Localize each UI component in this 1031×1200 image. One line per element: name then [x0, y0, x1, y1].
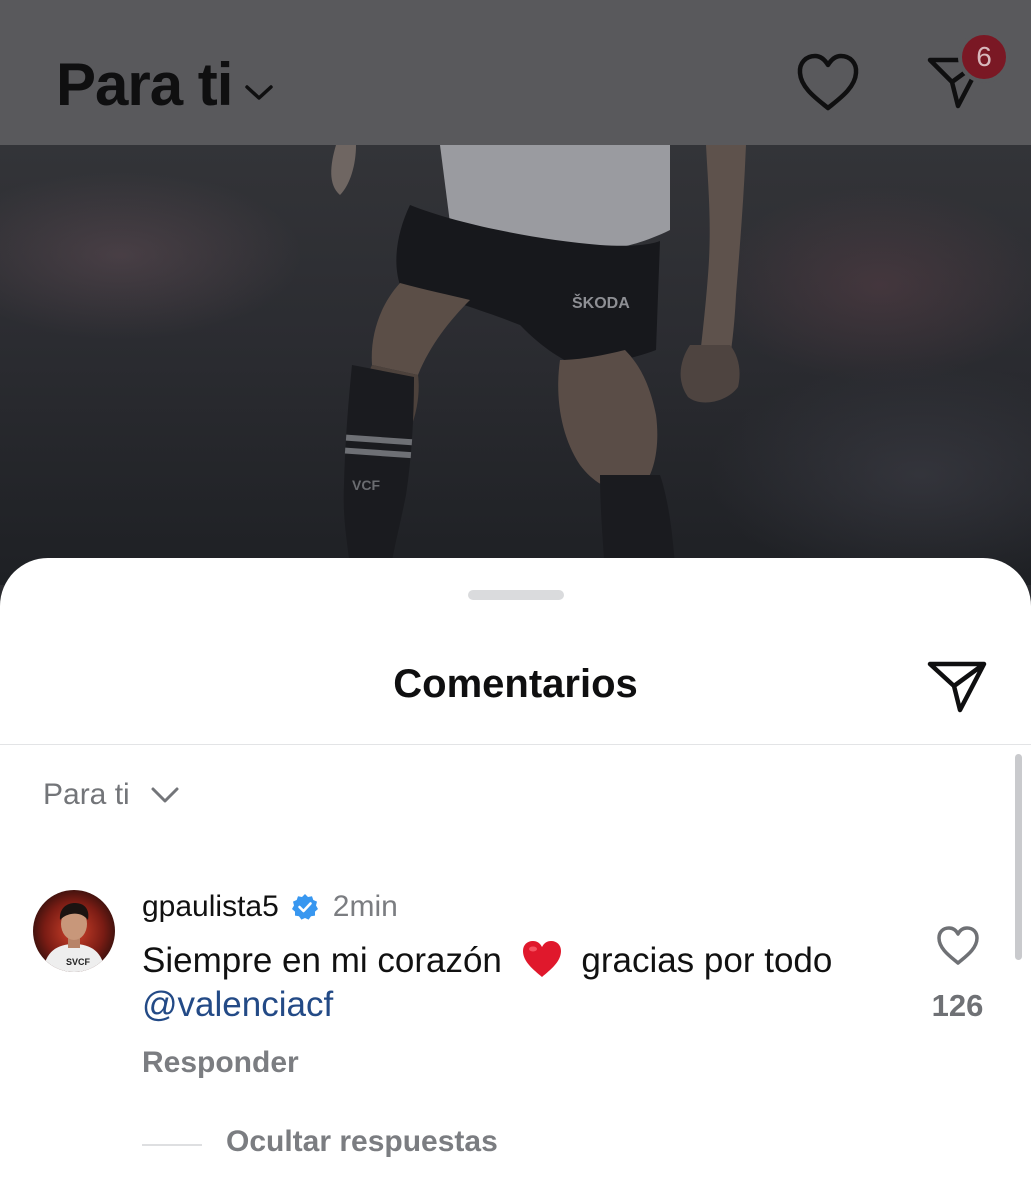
avatar[interactable]: SVCF — [33, 890, 115, 972]
feed-header: Para ti 6 — [0, 0, 1031, 145]
avatar-image: SVCF — [33, 890, 115, 972]
sheet-grabber[interactable] — [468, 590, 564, 600]
mention-link[interactable]: @valenciacf — [142, 985, 333, 1024]
comment-text-part2: gracias por todo — [581, 941, 833, 980]
instagram-screen: Para ti 6 ŠKODA VCF Comentarios Para ti … — [0, 0, 1031, 1200]
header-divider — [0, 744, 1031, 745]
comment-timestamp: 2min — [332, 890, 398, 923]
sock-text: VCF — [352, 477, 380, 493]
chevron-down-icon — [151, 787, 179, 803]
heart-outline-icon[interactable] — [795, 52, 861, 112]
feed-title: Para ti — [56, 51, 233, 118]
red-heart-emoji-icon — [522, 941, 561, 977]
comment-text: Siempre en mi corazón gracias por todo @… — [142, 939, 912, 1027]
chevron-down-icon — [245, 84, 274, 100]
player-illustration: ŠKODA VCF — [331, 145, 746, 585]
comment-sort-selector[interactable]: Para ti — [43, 778, 180, 812]
comment-header: gpaulista5 2min — [142, 890, 398, 924]
sort-label: Para ti — [43, 778, 130, 811]
verified-badge-icon — [291, 894, 318, 920]
sheet-title: Comentarios — [393, 662, 638, 706]
feed-selector[interactable]: Para ti — [56, 50, 274, 119]
like-heart-icon[interactable] — [935, 924, 981, 966]
like-count: 126 — [931, 988, 984, 1023]
comment-text-part1: Siempre en mi corazón — [142, 941, 502, 980]
reply-button[interactable]: Responder — [142, 1046, 299, 1080]
comment-username[interactable]: gpaulista5 — [142, 890, 279, 924]
avatar-text: SVCF — [66, 957, 91, 967]
sponsor-text: ŠKODA — [572, 293, 630, 312]
notification-badge: 6 — [958, 31, 1010, 83]
hide-replies-button[interactable]: Ocultar respuestas — [226, 1125, 498, 1159]
paper-plane-icon[interactable] — [926, 658, 988, 714]
scrollbar[interactable] — [1015, 754, 1022, 960]
replies-line — [142, 1144, 202, 1146]
post-photo: ŠKODA VCF — [0, 145, 1031, 585]
comments-sheet: Comentarios Para ti SVCF gpaulista5 2min… — [0, 558, 1031, 1200]
